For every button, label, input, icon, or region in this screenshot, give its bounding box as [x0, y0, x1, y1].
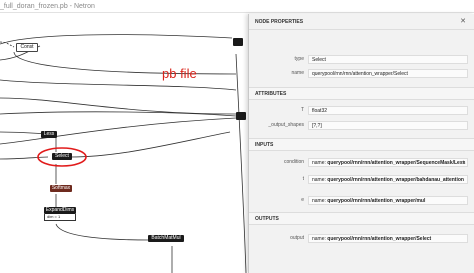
t-input-prefix: name: — [312, 177, 328, 183]
edge-mid-3 — [0, 111, 237, 117]
edge-dashed-top — [0, 41, 15, 48]
t-input-value[interactable]: name: querypool/rnn/rnn/attention_wrappe… — [308, 175, 468, 184]
e-input-label: e — [301, 197, 304, 203]
output-shapes-label: _output_shapes — [268, 122, 304, 128]
node-right-top[interactable] — [233, 38, 243, 46]
output-label: output — [290, 235, 304, 241]
t-attr-value: float32 — [308, 106, 468, 115]
node-const-label: Const — [20, 44, 34, 50]
node-expanddims-label: ExpandDims — [45, 207, 75, 213]
name-value-text: querypool/rnn/rnn/attention_wrapper/Sele… — [312, 71, 408, 77]
graph-edges — [0, 34, 247, 273]
graph-canvas[interactable]: Const Less Select Softmax ExpandDims dim… — [0, 14, 250, 273]
node-select-label: Select — [55, 153, 69, 159]
name-label: name — [291, 70, 304, 76]
output-value-text: querypool/rnn/rnn/attention_wrapper/Sele… — [327, 236, 432, 242]
output-shapes-value-text: [?,?] — [312, 123, 322, 129]
node-softmax[interactable]: Softmax — [50, 185, 72, 192]
type-value-text: Select — [312, 57, 326, 63]
window-titlebar: _full_doran_frozen.pb - Netron — [0, 0, 474, 13]
inputs-heading: INPUTS — [249, 138, 474, 151]
e-input-prefix: name: — [312, 198, 328, 204]
edge-mid-4 — [0, 117, 237, 145]
node-expanddims-attr-text: dim = 1 — [47, 214, 61, 219]
close-icon[interactable]: ✕ — [460, 14, 466, 30]
type-label: type — [294, 56, 304, 62]
panel-header: NODE PROPERTIES ✕ — [249, 14, 474, 30]
t-input-value-text: querypool/rnn/rnn/attention_wrapper/bahd… — [327, 177, 464, 183]
node-expanddims-attr: dim = 1 — [44, 214, 76, 221]
node-softmax-label: Softmax — [51, 185, 71, 191]
condition-value[interactable]: name: querypool/rnn/rnn/attention_wrappe… — [308, 158, 468, 167]
node-const[interactable]: Const — [16, 43, 38, 52]
type-value: Select — [308, 55, 468, 64]
t-attr-value-text: float32 — [312, 108, 328, 114]
outputs-heading: OUTPUTS — [249, 212, 474, 225]
edge-expand-batch — [55, 223, 151, 241]
name-value[interactable]: querypool/rnn/rnn/attention_wrapper/Sele… — [308, 69, 468, 78]
attributes-heading: ATTRIBUTES — [249, 87, 474, 100]
node-less[interactable]: Less — [41, 131, 57, 138]
condition-label: condition — [283, 159, 304, 165]
output-value[interactable]: name: querypool/rnn/rnn/attention_wrappe… — [308, 234, 468, 243]
edge-top-3 — [13, 51, 237, 75]
t-attr-label: T — [300, 107, 304, 113]
t-input-label: t — [302, 176, 304, 182]
node-batchmatmul-label: BatchMatMul — [151, 235, 181, 241]
edge-select-in — [0, 156, 49, 160]
condition-value-text: querypool/rnn/rnn/attention_wrapper/Sequ… — [327, 160, 466, 166]
node-select[interactable]: Select — [52, 153, 72, 160]
edge-select-out — [69, 131, 231, 158]
node-less-label: Less — [43, 131, 55, 137]
node-batchmatmul[interactable]: BatchMatMul — [148, 235, 184, 242]
node-properties-panel: NODE PROPERTIES ✕ type Select name query… — [248, 14, 474, 273]
node-right-mid[interactable] — [236, 112, 246, 120]
window-title: _full_doran_frozen.pb - Netron — [0, 3, 95, 10]
e-input-value-text: querypool/rnn/rnn/attention_wrapper/mul — [327, 198, 426, 204]
condition-prefix: name: — [312, 160, 328, 166]
pb-file-annotation: pb file — [162, 66, 197, 81]
edge-right — [235, 53, 247, 273]
panel-title: NODE PROPERTIES — [255, 19, 304, 25]
output-shapes-value: [?,?] — [308, 121, 468, 130]
e-input-value[interactable]: name: querypool/rnn/rnn/attention_wrappe… — [308, 196, 468, 205]
node-expanddims[interactable]: ExpandDims — [44, 207, 76, 214]
output-prefix: name: — [312, 236, 328, 242]
expand-plus-icon[interactable]: + — [461, 159, 465, 166]
edge-mid-1 — [0, 79, 237, 91]
